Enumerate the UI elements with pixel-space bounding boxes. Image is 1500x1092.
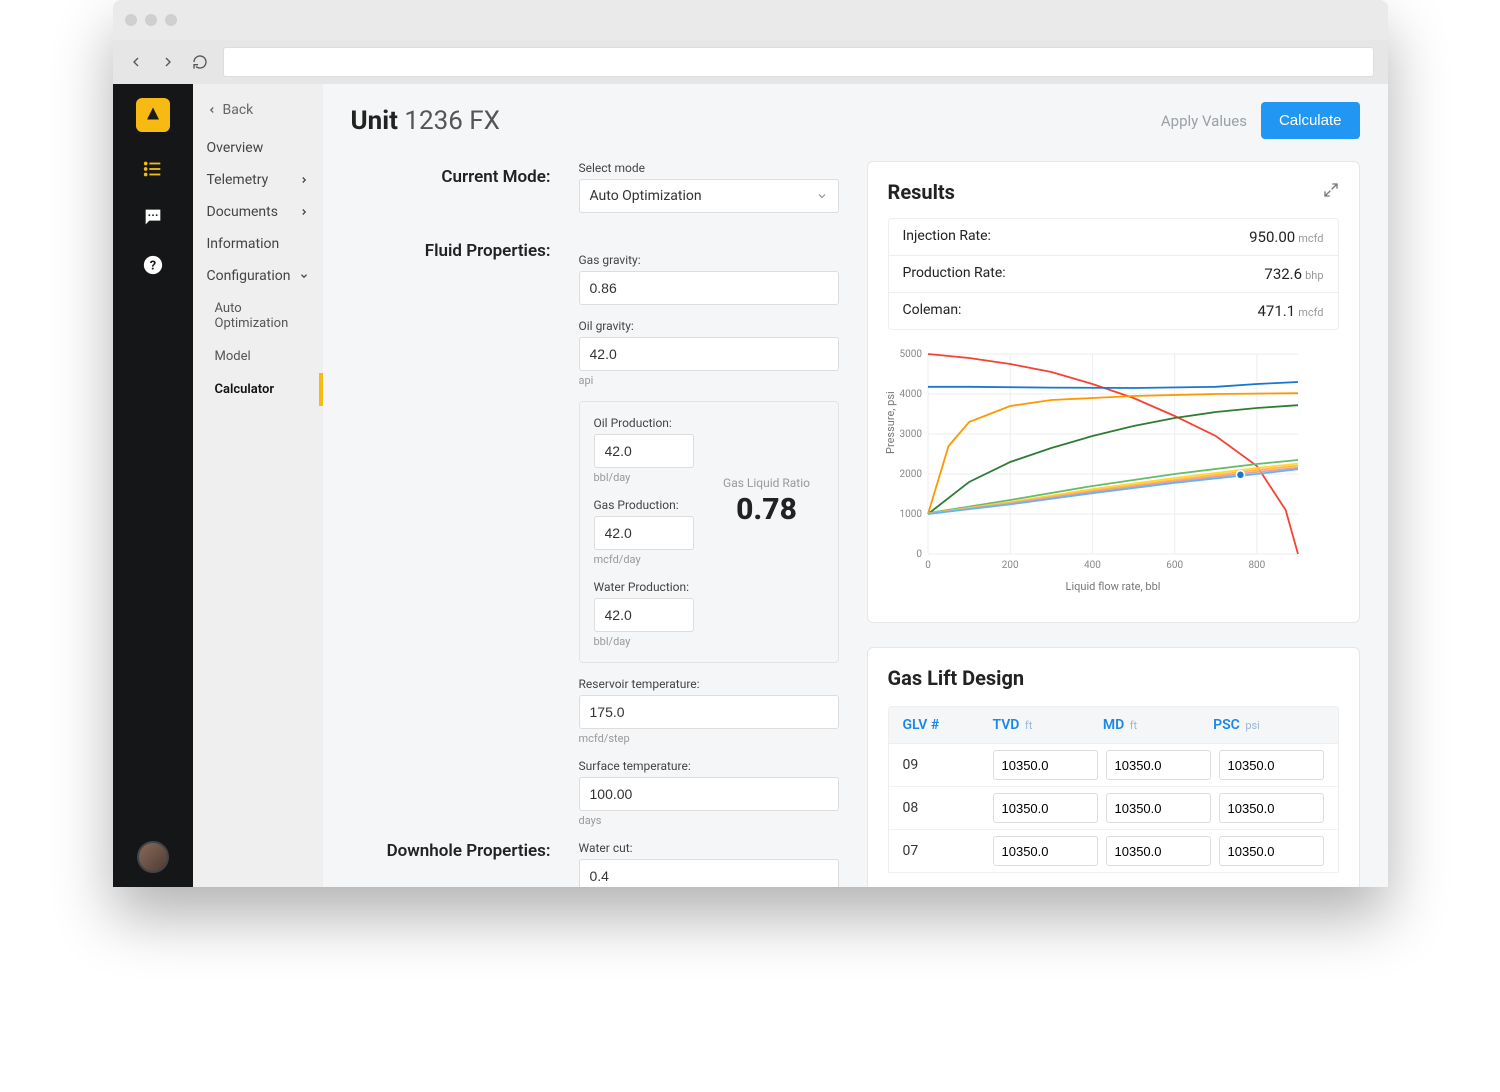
svg-text:3000: 3000 xyxy=(899,429,922,440)
glv-tvd-input[interactable] xyxy=(993,836,1098,866)
back-icon[interactable] xyxy=(127,53,145,71)
chevron-right-icon xyxy=(299,175,309,185)
glv-tvd-input[interactable] xyxy=(993,793,1098,823)
oil-gravity-hint: api xyxy=(579,374,839,387)
results-row: Coleman:471.1mcfd xyxy=(889,293,1338,329)
glv-row: 07 xyxy=(888,830,1339,873)
glv-tvd-input[interactable] xyxy=(993,750,1098,780)
list-icon[interactable] xyxy=(142,158,164,180)
section-labels: Current Mode: Fluid Properties: Downhole… xyxy=(351,161,551,887)
glv-header: GLV # TVD ft MD ft PSC psi xyxy=(888,706,1339,744)
page-title: Unit 1236 FX xyxy=(351,106,500,136)
glv-row: 08 xyxy=(888,787,1339,830)
back-link[interactable]: Back xyxy=(193,98,323,132)
address-bar[interactable] xyxy=(223,47,1374,77)
svg-text:400: 400 xyxy=(1084,560,1101,571)
oil-gravity-input[interactable] xyxy=(579,337,839,371)
sidebar-sub-model[interactable]: Model xyxy=(193,340,323,373)
glv-md-input[interactable] xyxy=(1106,836,1211,866)
glv-md-input[interactable] xyxy=(1106,793,1211,823)
calculate-button[interactable]: Calculate xyxy=(1261,102,1360,139)
svg-text:5000: 5000 xyxy=(899,349,922,360)
app-logo[interactable] xyxy=(136,98,170,132)
glv-row: 09 xyxy=(888,744,1339,787)
select-mode-label: Select mode xyxy=(579,161,839,175)
sidebar-item-overview[interactable]: Overview xyxy=(193,132,323,164)
sidebar-sub-auto-optimization[interactable]: Auto Optimization xyxy=(193,292,323,340)
glv-psc-input[interactable] xyxy=(1219,793,1324,823)
label-current-mode: Current Mode: xyxy=(351,167,551,187)
svg-text:0: 0 xyxy=(916,549,922,560)
browser-tabbar xyxy=(113,0,1388,40)
apply-values-link[interactable]: Apply Values xyxy=(1161,112,1247,130)
expand-icon[interactable] xyxy=(1323,182,1339,202)
results-row: Injection Rate:950.00mcfd xyxy=(889,219,1338,256)
label-downhole-properties: Downhole Properties: xyxy=(351,841,551,861)
sidebar-item-telemetry[interactable]: Telemetry xyxy=(193,164,323,196)
svg-text:600: 600 xyxy=(1166,560,1183,571)
gas-prod-label: Gas Production: xyxy=(594,498,694,512)
results-row: Production Rate:732.6bhp xyxy=(889,256,1338,293)
chevron-down-icon xyxy=(816,190,828,202)
svg-text:0: 0 xyxy=(925,560,931,571)
surf-temp-input[interactable] xyxy=(579,777,839,811)
oil-prod-input[interactable] xyxy=(594,434,694,468)
glv-md-input[interactable] xyxy=(1106,750,1211,780)
forms-column: Select mode Auto Optimization Gas gravit… xyxy=(579,161,839,887)
ratio-value: 0.78 xyxy=(710,492,824,527)
glv-psc-input[interactable] xyxy=(1219,836,1324,866)
gas-lift-card: Gas Lift Design GLV # TVD ft MD ft PSC p… xyxy=(867,647,1360,887)
results-title: Results xyxy=(888,180,955,204)
back-label: Back xyxy=(223,102,254,118)
svg-text:4000: 4000 xyxy=(899,389,922,400)
gas-gravity-label: Gas gravity: xyxy=(579,253,839,267)
surf-temp-label: Surface temperature: xyxy=(579,759,839,773)
forward-icon[interactable] xyxy=(159,53,177,71)
production-box: Oil Production: bbl/day Gas Production: … xyxy=(579,401,839,663)
svg-text:800: 800 xyxy=(1248,560,1265,571)
left-rail: ? xyxy=(113,84,193,887)
select-mode[interactable]: Auto Optimization xyxy=(579,179,839,213)
water-cut-input[interactable] xyxy=(579,859,839,887)
gas-lift-title: Gas Lift Design xyxy=(888,666,1339,690)
main-content: Unit 1236 FX Apply Values Calculate Curr… xyxy=(323,84,1388,887)
window-dot[interactable] xyxy=(145,14,157,26)
water-prod-input[interactable] xyxy=(594,598,694,632)
chat-icon[interactable] xyxy=(142,206,164,228)
res-temp-input[interactable] xyxy=(579,695,839,729)
svg-text:2000: 2000 xyxy=(899,469,922,480)
glv-psc-input[interactable] xyxy=(1219,750,1324,780)
svg-text:200: 200 xyxy=(1001,560,1018,571)
sidebar-item-configuration[interactable]: Configuration xyxy=(193,260,323,292)
results-card: Results Injection Rate:950.00mcfdProduct… xyxy=(867,161,1360,623)
sidebar-sub-calculator[interactable]: Calculator xyxy=(193,373,323,406)
res-temp-label: Reservoir temperature: xyxy=(579,677,839,691)
window-dot[interactable] xyxy=(125,14,137,26)
pressure-chart: Pressure, psi 01000200030004000500002004… xyxy=(888,344,1339,604)
water-cut-label: Water cut: xyxy=(579,841,839,855)
reload-icon[interactable] xyxy=(191,53,209,71)
browser-toolbar xyxy=(113,40,1388,84)
oil-prod-label: Oil Production: xyxy=(594,416,694,430)
sidebar-item-documents[interactable]: Documents xyxy=(193,196,323,228)
gas-gravity-input[interactable] xyxy=(579,271,839,305)
water-prod-label: Water Production: xyxy=(594,580,694,594)
label-fluid-properties: Fluid Properties: xyxy=(351,241,551,261)
help-icon[interactable]: ? xyxy=(142,254,164,276)
sidebar: Back Overview Telemetry Documents Inform… xyxy=(193,84,323,887)
gas-prod-input[interactable] xyxy=(594,516,694,550)
ratio-label: Gas Liquid Ratio xyxy=(710,476,824,490)
svg-text:?: ? xyxy=(149,259,155,274)
chevron-right-icon xyxy=(299,207,309,217)
oil-gravity-label: Oil gravity: xyxy=(579,319,839,333)
window-dot[interactable] xyxy=(165,14,177,26)
chevron-down-icon xyxy=(299,271,309,281)
user-avatar[interactable] xyxy=(137,841,169,873)
results-table: Injection Rate:950.00mcfdProduction Rate… xyxy=(888,218,1339,330)
sidebar-item-information[interactable]: Information xyxy=(193,228,323,260)
svg-text:1000: 1000 xyxy=(899,509,922,520)
